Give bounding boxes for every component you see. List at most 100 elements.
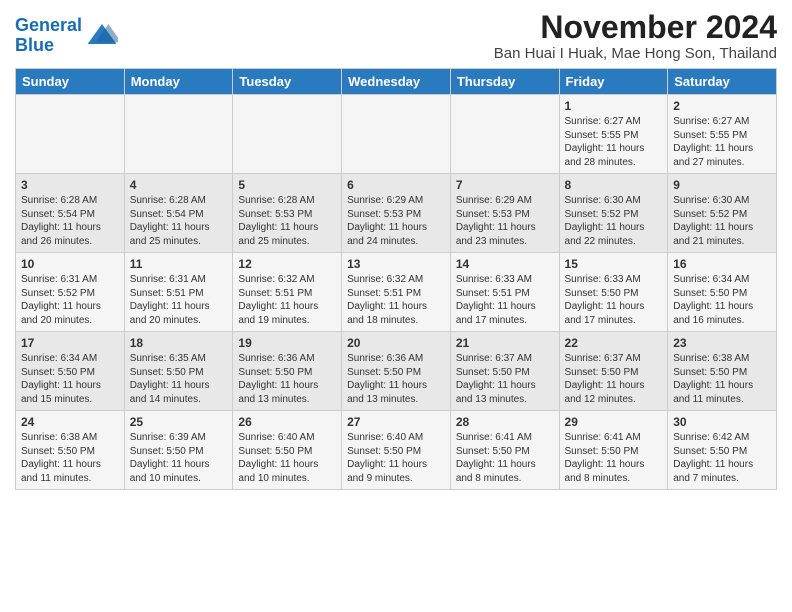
calendar-day-cell: 1Sunrise: 6:27 AM Sunset: 5:55 PM Daylig… [559,95,668,174]
day-of-week-header: Wednesday [342,69,451,95]
day-info: Sunrise: 6:41 AM Sunset: 5:50 PM Dayligh… [565,431,663,485]
day-number: 14 [456,257,554,271]
calendar-day-cell: 2Sunrise: 6:27 AM Sunset: 5:55 PM Daylig… [668,95,777,174]
calendar-day-cell: 3 Sunrise: 6:28 AM Sunset: 5:54 PM Daylig… [16,174,125,253]
day-info: Sunrise: 6:38 AM Sunset: 5:50 PM Dayligh… [673,352,771,406]
logo-icon [86,20,118,52]
calendar-day-cell: 22Sunrise: 6:37 AM Sunset: 5:50 PM Dayli… [559,332,668,411]
calendar-day-cell: 25 Sunrise: 6:39 AM Sunset: 5:50 PM Dayli… [124,411,233,490]
calendar-day-cell: 11 Sunrise: 6:31 AM Sunset: 5:51 PM Dayli… [124,253,233,332]
calendar-week-row: 10 Sunrise: 6:31 AM Sunset: 5:52 PM Dayli… [16,253,777,332]
day-info: Sunrise: 6:33 AM Sunset: 5:51 PM Dayligh… [456,273,554,327]
day-number: 24 [21,415,119,429]
calendar-day-cell: 17 Sunrise: 6:34 AM Sunset: 5:50 PM Dayli… [16,332,125,411]
day-info: Sunrise: 6:40 AM Sunset: 5:50 PM Dayligh… [238,431,336,485]
day-info: Sunrise: 6:42 AM Sunset: 5:50 PM Dayligh… [673,431,771,485]
calendar-day-cell: 16 Sunrise: 6:34 AM Sunset: 5:50 PM Dayli… [668,253,777,332]
calendar-day-cell [233,95,342,174]
logo-text: General Blue [15,16,82,56]
day-number: 30 [673,415,771,429]
calendar-table: SundayMondayTuesdayWednesdayThursdayFrid… [15,68,777,490]
calendar-day-cell: 14 Sunrise: 6:33 AM Sunset: 5:51 PM Dayli… [450,253,559,332]
day-number: 27 [347,415,445,429]
calendar-day-cell: 9 Sunrise: 6:30 AM Sunset: 5:52 PM Daylig… [668,174,777,253]
calendar-day-cell: 26 Sunrise: 6:40 AM Sunset: 5:50 PM Dayli… [233,411,342,490]
day-number: 18 [130,336,228,350]
day-info: Sunrise: 6:28 AM Sunset: 5:53 PM Dayligh… [238,194,336,248]
day-number: 10 [21,257,119,271]
day-number: 23 [673,336,771,350]
calendar-day-cell: 4 Sunrise: 6:28 AM Sunset: 5:54 PM Daylig… [124,174,233,253]
title-block: November 2024 Ban Huai I Huak, Mae Hong … [494,10,777,62]
day-info: Sunrise: 6:32 AM Sunset: 5:51 PM Dayligh… [238,273,336,327]
calendar-day-cell: 12 Sunrise: 6:32 AM Sunset: 5:51 PM Dayli… [233,253,342,332]
day-info: Sunrise: 6:27 AM Sunset: 5:55 PM Dayligh… [565,115,663,169]
day-info: Sunrise: 6:40 AM Sunset: 5:50 PM Dayligh… [347,431,445,485]
day-of-week-header: Monday [124,69,233,95]
day-info: Sunrise: 6:38 AM Sunset: 5:50 PM Dayligh… [21,431,119,485]
day-number: 25 [130,415,228,429]
calendar-day-cell: 20Sunrise: 6:36 AM Sunset: 5:50 PM Dayli… [342,332,451,411]
page-subtitle: Ban Huai I Huak, Mae Hong Son, Thailand [494,45,777,62]
page-title: November 2024 [494,10,777,45]
calendar-day-cell: 24 Sunrise: 6:38 AM Sunset: 5:50 PM Dayli… [16,411,125,490]
day-info: Sunrise: 6:33 AM Sunset: 5:50 PM Dayligh… [565,273,663,327]
day-number: 11 [130,257,228,271]
day-info: Sunrise: 6:34 AM Sunset: 5:50 PM Dayligh… [21,352,119,406]
day-number: 6 [347,178,445,192]
day-info: Sunrise: 6:32 AM Sunset: 5:51 PM Dayligh… [347,273,445,327]
day-info: Sunrise: 6:30 AM Sunset: 5:52 PM Dayligh… [673,194,771,248]
day-info: Sunrise: 6:31 AM Sunset: 5:51 PM Dayligh… [130,273,228,327]
calendar-week-row: 1Sunrise: 6:27 AM Sunset: 5:55 PM Daylig… [16,95,777,174]
day-number: 12 [238,257,336,271]
day-of-week-header: Sunday [16,69,125,95]
calendar-week-row: 17 Sunrise: 6:34 AM Sunset: 5:50 PM Dayli… [16,332,777,411]
logo-line2: Blue [15,35,54,55]
day-number: 7 [456,178,554,192]
day-info: Sunrise: 6:39 AM Sunset: 5:50 PM Dayligh… [130,431,228,485]
day-of-week-header: Tuesday [233,69,342,95]
day-number: 13 [347,257,445,271]
day-number: 15 [565,257,663,271]
day-number: 4 [130,178,228,192]
day-number: 28 [456,415,554,429]
day-number: 26 [238,415,336,429]
calendar-day-cell: 10 Sunrise: 6:31 AM Sunset: 5:52 PM Dayli… [16,253,125,332]
calendar-week-row: 24 Sunrise: 6:38 AM Sunset: 5:50 PM Dayli… [16,411,777,490]
day-number: 16 [673,257,771,271]
day-number: 17 [21,336,119,350]
calendar-day-cell [342,95,451,174]
day-number: 19 [238,336,336,350]
day-info: Sunrise: 6:29 AM Sunset: 5:53 PM Dayligh… [456,194,554,248]
calendar-day-cell: 21Sunrise: 6:37 AM Sunset: 5:50 PM Dayli… [450,332,559,411]
day-info: Sunrise: 6:29 AM Sunset: 5:53 PM Dayligh… [347,194,445,248]
calendar-day-cell: 30 Sunrise: 6:42 AM Sunset: 5:50 PM Dayli… [668,411,777,490]
calendar-day-cell: 15 Sunrise: 6:33 AM Sunset: 5:50 PM Dayli… [559,253,668,332]
day-number: 9 [673,178,771,192]
calendar-day-cell [16,95,125,174]
calendar-day-cell: 27 Sunrise: 6:40 AM Sunset: 5:50 PM Dayli… [342,411,451,490]
calendar-day-cell [124,95,233,174]
logo: General Blue [15,16,118,56]
day-of-week-header: Friday [559,69,668,95]
page-header: General Blue November 2024 Ban Huai I Hu… [15,10,777,62]
day-info: Sunrise: 6:28 AM Sunset: 5:54 PM Dayligh… [130,194,228,248]
day-number: 3 [21,178,119,192]
day-info: Sunrise: 6:28 AM Sunset: 5:54 PM Dayligh… [21,194,119,248]
calendar-day-cell: 29 Sunrise: 6:41 AM Sunset: 5:50 PM Dayli… [559,411,668,490]
day-number: 5 [238,178,336,192]
calendar-day-cell: 19Sunrise: 6:36 AM Sunset: 5:50 PM Dayli… [233,332,342,411]
day-info: Sunrise: 6:37 AM Sunset: 5:50 PM Dayligh… [565,352,663,406]
calendar-day-cell: 7 Sunrise: 6:29 AM Sunset: 5:53 PM Daylig… [450,174,559,253]
calendar-day-cell: 13 Sunrise: 6:32 AM Sunset: 5:51 PM Dayli… [342,253,451,332]
day-info: Sunrise: 6:41 AM Sunset: 5:50 PM Dayligh… [456,431,554,485]
calendar-day-cell [450,95,559,174]
day-info: Sunrise: 6:31 AM Sunset: 5:52 PM Dayligh… [21,273,119,327]
calendar-day-cell: 18Sunrise: 6:35 AM Sunset: 5:50 PM Dayli… [124,332,233,411]
day-number: 8 [565,178,663,192]
calendar-day-cell: 28 Sunrise: 6:41 AM Sunset: 5:50 PM Dayli… [450,411,559,490]
day-info: Sunrise: 6:36 AM Sunset: 5:50 PM Dayligh… [347,352,445,406]
day-number: 29 [565,415,663,429]
day-info: Sunrise: 6:34 AM Sunset: 5:50 PM Dayligh… [673,273,771,327]
day-info: Sunrise: 6:27 AM Sunset: 5:55 PM Dayligh… [673,115,771,169]
